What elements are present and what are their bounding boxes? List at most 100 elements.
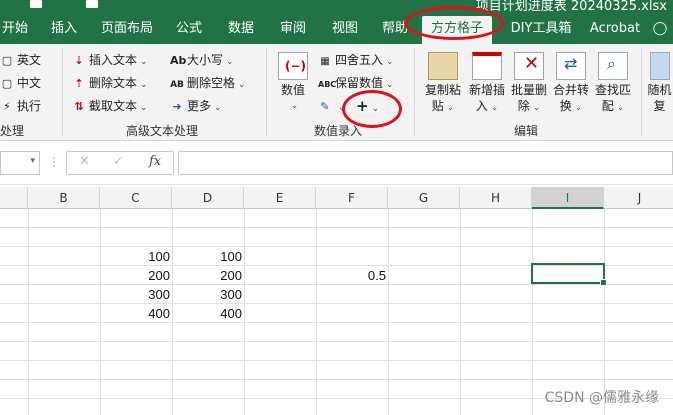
batch-delete-icon: ✕ [514,52,544,80]
insert-rows-icon [472,52,502,80]
chinese-button[interactable]: ▢ 中文 [0,73,41,93]
lightbulb-icon[interactable]: ◯ [650,16,670,44]
tab-diy-toolbox[interactable]: DIY工具箱 [502,16,580,44]
tab-fangfang-gezi[interactable]: 方方格子 [422,16,492,44]
execute-button[interactable]: ⚡ 执行 [0,96,41,116]
grid-line [0,360,673,361]
chevron-down-icon: ⌄ [574,103,583,113]
cancel-icon[interactable]: ✕ [79,154,90,169]
grid-line [28,209,29,415]
cell-f2[interactable]: 0.5 [316,266,386,285]
more-button[interactable]: ➜ 更多 ⌄ [170,96,222,116]
tab-data[interactable]: 数据 [220,16,262,44]
insert-new-button[interactable]: 新增插 入 ⌄ [466,52,508,116]
batch-delete-button[interactable]: ✕ 批量删 除 ⌄ [508,52,550,116]
column-header-i[interactable]: I [532,187,604,209]
drag-handle-icon[interactable]: ⋮ [48,155,60,169]
remove-spaces-icon: AB [170,80,184,90]
grid-line [0,227,673,228]
title-and-tab-bar: 项目计划进度表 20240325.xlsx 开始 插入 页面布局 公式 数据 审… [0,0,673,44]
grid-line [604,209,605,415]
remove-spaces-button[interactable]: AB 删除空格 ⌄ [170,73,246,93]
insert-text-button[interactable]: ⇣ 插入文本 ⌄ [72,50,148,70]
cell-c4[interactable]: 400 [100,304,170,323]
tab-acrobat[interactable]: Acrobat [586,16,644,44]
extract-text-button[interactable]: ⇅ 截取文本 ⌄ [72,96,147,116]
column-header-b[interactable]: B [28,187,100,209]
column-header-d[interactable]: D [172,187,244,209]
copy-paste-button[interactable]: 复制粘 贴 ⌄ [422,52,464,116]
extract-text-icon: ⇅ [74,100,84,113]
cell-c2[interactable]: 200 [100,266,170,285]
insert-function-icon[interactable]: fx [149,154,161,169]
column-header-c[interactable]: C [100,187,172,209]
ribbon-tabs: 开始 插入 页面布局 公式 数据 审阅 视图 帮助 方方格子 DIY工具箱 Ac… [0,16,673,44]
formula-input[interactable] [178,151,673,175]
clipboard-icon [428,52,458,80]
formula-buttons: ✕ ✓ fx [66,151,174,175]
enter-icon[interactable]: ✓ [113,154,124,169]
cell-d1[interactable]: 100 [172,247,242,266]
chevron-down-icon[interactable]: ▾ [30,156,35,166]
title-bar: 项目计划进度表 20240325.xlsx [0,0,673,14]
pencil-icon: ✎ [320,100,330,113]
column-header-f[interactable]: F [316,187,388,209]
cell-d3[interactable]: 300 [172,285,242,304]
chevron-down-icon: ⌄ [386,80,394,90]
find-match-button[interactable]: ⌕ 查找匹 配 ⌄ [592,52,634,116]
execute-icon: ⚡ [3,100,11,113]
merge-convert-icon: ⇄ [556,52,586,80]
corner-select-all[interactable] [0,187,28,209]
group-separator [414,48,415,136]
checkbox-icon: ▢ [1,54,13,67]
column-header-h[interactable]: H [460,187,532,209]
tab-page-layout[interactable]: 页面布局 [96,16,158,44]
group-label-numeric-entry: 数值录入 [314,124,363,138]
name-box[interactable]: ▾ [0,151,40,175]
english-button[interactable]: ▢ 英文 [0,50,41,70]
numeric-button[interactable]: (−) 数值 ⌄ [272,52,314,114]
checkbox-icon: ▢ [1,77,13,90]
grid-line [0,341,673,342]
tab-insert[interactable]: 插入 [43,16,85,44]
chevron-down-icon: ⌄ [338,103,346,113]
magnifier-icon: ⌕ [598,52,628,80]
case-button[interactable]: Ab大小写 ⌄ [170,50,234,70]
random-copy-button[interactable]: 随机 复 [646,52,673,114]
tab-help[interactable]: 帮助 [376,16,414,44]
chevron-down-icon: ⌄ [140,80,148,90]
plus-button[interactable]: + ⌄ [356,96,379,116]
tab-home[interactable]: 开始 [0,16,30,44]
tab-view[interactable]: 视图 [324,16,366,44]
watermark: CSDN @儒雅永缘 [544,390,659,406]
cell-d2[interactable]: 200 [172,266,242,285]
case-icon: Ab [170,54,187,67]
column-header-g[interactable]: G [388,187,460,209]
round-button[interactable]: ▦ 四舍五入 ⌄ [318,50,393,70]
column-header-e[interactable]: E [244,187,316,209]
cell-d4[interactable]: 400 [172,304,242,323]
group-separator [266,48,267,136]
chevron-down-icon: ⌄ [214,103,222,113]
keep-values-button[interactable]: ABC保留数值 ⌄ [318,73,394,93]
selected-cell-indicator[interactable] [531,263,607,286]
tab-review[interactable]: 审阅 [272,16,314,44]
chevron-down-icon: ⌄ [226,57,234,67]
grid-line [460,209,461,415]
merge-convert-button[interactable]: ⇄ 合并转 换 ⌄ [550,52,592,116]
quick-access-icon[interactable] [30,0,42,8]
tab-formulas[interactable]: 公式 [168,16,210,44]
column-header-j[interactable]: J [604,187,673,209]
chevron-down-icon: ⌄ [290,101,299,111]
round-icon: ▦ [320,56,330,67]
spreadsheet-grid[interactable]: B C D E F G H I J 100 100 200 200 0.5 30… [0,187,673,415]
cell-c1[interactable]: 100 [100,247,170,266]
group-label-edit: 编辑 [514,124,539,138]
chevron-down-icon: ⌄ [140,57,148,67]
chevron-down-icon: ⌄ [238,80,246,90]
save-icon[interactable] [86,0,98,8]
edit-value-button[interactable]: ✎ ⌄ [318,96,346,116]
cell-c3[interactable]: 300 [100,285,170,304]
chevron-down-icon: ⌄ [446,103,455,113]
delete-text-button[interactable]: ⇡ 删除文本 ⌄ [72,73,148,93]
